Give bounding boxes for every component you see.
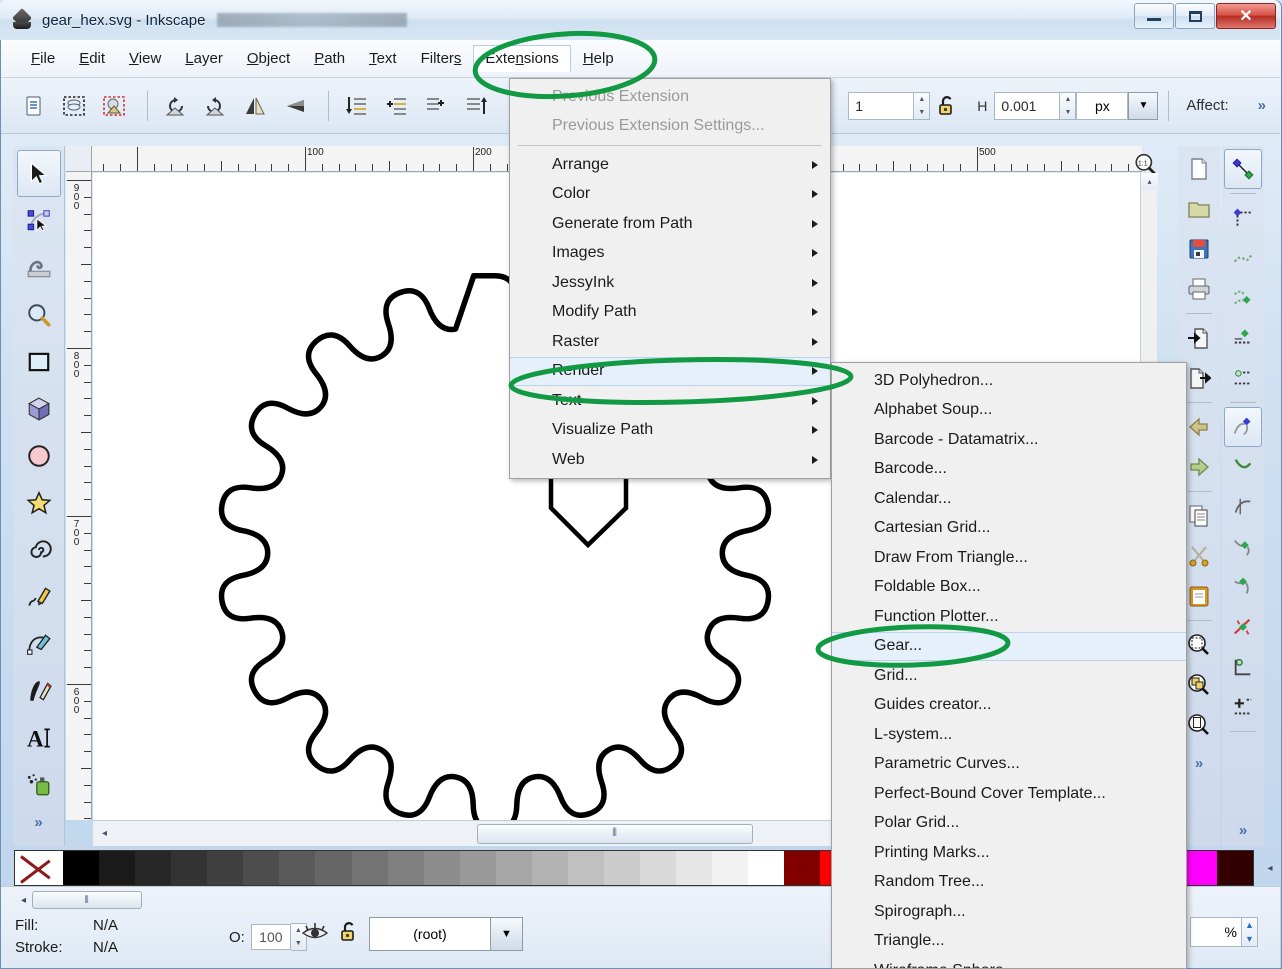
annotation-layer <box>472 30 1011 668</box>
extensions-menu-circle <box>472 30 658 100</box>
gear-item-circle <box>815 624 1011 668</box>
render-item-circle <box>508 357 854 405</box>
inkscape-window: gear_hex.svg - Inkscape ✕ File Edit View… <box>0 0 1282 969</box>
